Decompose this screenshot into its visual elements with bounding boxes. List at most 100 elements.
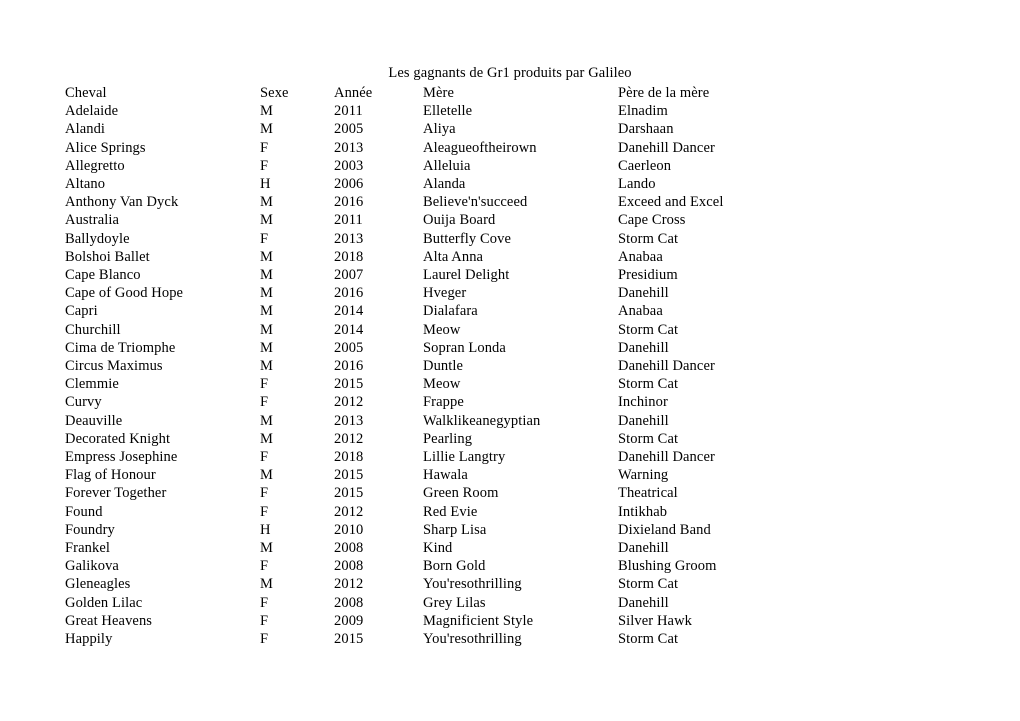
cell-sire: Danehill — [618, 540, 669, 557]
table-container: Cheval Sexe Année Mère Père de la mère A… — [65, 84, 965, 648]
cell-sex: M — [260, 212, 273, 229]
cell-year: 2015 — [334, 376, 364, 393]
cell-sex: M — [260, 321, 273, 338]
cell-sex: M — [260, 540, 273, 557]
cell-sex: M — [260, 285, 273, 302]
cell-year: 2005 — [334, 339, 364, 356]
cell-sire: Lando — [618, 176, 656, 193]
cell-dam: Aleagueoftheirown — [423, 139, 537, 156]
cell-dam: Meow — [423, 321, 461, 338]
cell-year: 2012 — [334, 503, 364, 520]
cell-sex: M — [260, 194, 273, 211]
table-row: Circus Maximus M 2016 Duntle Danehill Dancer — [65, 357, 965, 375]
cell-year: 2013 — [334, 412, 364, 429]
cell-sex: F — [260, 485, 269, 502]
table-row: Adelaide M 2011 Elletelle Elnadim — [65, 102, 965, 120]
cell-sex: F — [260, 594, 269, 611]
cell-year: 2012 — [334, 576, 364, 593]
cell-sex: F — [260, 631, 269, 648]
cell-year: 2018 — [334, 248, 364, 265]
cell-year: 2011 — [334, 103, 363, 120]
table-row: Golden Lilac F 2008 Grey Lilas Danehill — [65, 594, 965, 612]
cell-name: Frankel — [65, 540, 110, 557]
cell-dam: Alleluia — [423, 157, 471, 174]
cell-year: 2005 — [334, 121, 364, 138]
cell-sex: M — [260, 358, 273, 375]
cell-sex: F — [260, 394, 269, 411]
cell-year: 2007 — [334, 267, 364, 284]
cell-name: Happily — [65, 631, 113, 648]
table-row: Clemmie F 2015 Meow Storm Cat — [65, 375, 965, 393]
cell-sex: F — [260, 449, 269, 466]
table-row: Great Heavens F 2009 Magnificient Style Silv… — [65, 612, 965, 630]
cell-dam: You'resothrilling — [423, 576, 522, 593]
table-row: Gleneagles M 2012 You'resothrilling Storm Ca… — [65, 575, 965, 593]
table-row: Deauville M 2013 Walklikeanegyptian Danehill — [65, 412, 965, 430]
cell-name: Bolshoi Ballet — [65, 248, 150, 265]
cell-year: 2006 — [334, 176, 364, 193]
cell-name: Curvy — [65, 394, 102, 411]
cell-dam: You'resothrilling — [423, 631, 522, 648]
cell-sire: Danehill — [618, 285, 669, 302]
cell-sire: Danehill Dancer — [618, 449, 715, 466]
table-header: Cheval Sexe Année Mère Père de la mère — [65, 84, 965, 102]
table-row: Bolshoi Ballet M 2018 Alta Anna Anabaa — [65, 248, 965, 266]
table-row: Curvy F 2012 Frappe Inchinor — [65, 393, 965, 411]
cell-year: 2009 — [334, 612, 364, 629]
table-row: Alice Springs F 2013 Aleagueoftheirown Daneh… — [65, 139, 965, 157]
cell-sire: Anabaa — [618, 303, 663, 320]
cell-sire: Elnadim — [618, 103, 668, 120]
cell-sex: M — [260, 412, 273, 429]
cell-dam: Sharp Lisa — [423, 521, 487, 538]
cell-sire: Exceed and Excel — [618, 194, 724, 211]
cell-sire: Anabaa — [618, 248, 663, 265]
cell-sire: Storm Cat — [618, 376, 679, 393]
cell-dam: Aliya — [423, 121, 456, 138]
cell-sire: Danehill Dancer — [618, 358, 715, 375]
table-row: Frankel M 2008 Kind Danehill — [65, 539, 965, 557]
cell-sire: Danehill — [618, 412, 669, 429]
cell-name: Churchill — [65, 321, 121, 338]
cell-sire: Silver Hawk — [618, 612, 692, 629]
cell-year: 2011 — [334, 212, 363, 229]
cell-year: 2018 — [334, 449, 364, 466]
cell-name: Alice Springs — [65, 139, 146, 156]
cell-name: Capri — [65, 303, 98, 320]
cell-dam: Lillie Langtry — [423, 449, 506, 466]
cell-sire: Cape Cross — [618, 212, 686, 229]
table-row: Capri M 2014 Dialafara Anabaa — [65, 302, 965, 320]
cell-year: 2008 — [334, 540, 364, 557]
cell-sire: Caerleon — [618, 157, 672, 174]
cell-name: Allegretto — [65, 157, 125, 174]
cell-dam: Believe'n'succeed — [423, 194, 528, 211]
cell-dam: Red Evie — [423, 503, 478, 520]
cell-sex: F — [260, 157, 269, 174]
cell-name: Circus Maximus — [65, 358, 163, 375]
cell-dam: Hveger — [423, 285, 467, 302]
cell-sex: M — [260, 576, 273, 593]
column-header-annee: Année — [334, 85, 373, 101]
cell-sex: F — [260, 503, 269, 520]
cell-year: 2013 — [334, 230, 364, 247]
table-row: Australia M 2011 Ouija Board Cape Cross — [65, 211, 965, 229]
cell-sex: M — [260, 430, 273, 447]
table-row: Foundry H 2010 Sharp Lisa Dixieland Band — [65, 521, 965, 539]
cell-name: Empress Josephine — [65, 449, 178, 466]
column-header-pere-de-la-mere: Père de la mère — [618, 85, 710, 101]
cell-sire: Danehill — [618, 339, 669, 356]
cell-dam: Walklikeanegyptian — [423, 412, 541, 429]
cell-name: Galikova — [65, 558, 119, 575]
cell-dam: Alta Anna — [423, 248, 484, 265]
cell-name: Foundry — [65, 521, 115, 538]
cell-sire: Dixieland Band — [618, 521, 711, 538]
cell-name: Forever Together — [65, 485, 167, 502]
cell-dam: Butterfly Cove — [423, 230, 511, 247]
cell-name: Found — [65, 503, 103, 520]
column-header-cheval: Cheval — [65, 85, 107, 101]
cell-dam: Magnificient Style — [423, 612, 534, 629]
cell-name: Altano — [65, 176, 106, 193]
cell-dam: Green Room — [423, 485, 499, 502]
cell-name: Cape of Good Hope — [65, 285, 184, 302]
cell-year: 2015 — [334, 631, 364, 648]
table-row: Alandi M 2005 Aliya Darshaan — [65, 120, 965, 138]
